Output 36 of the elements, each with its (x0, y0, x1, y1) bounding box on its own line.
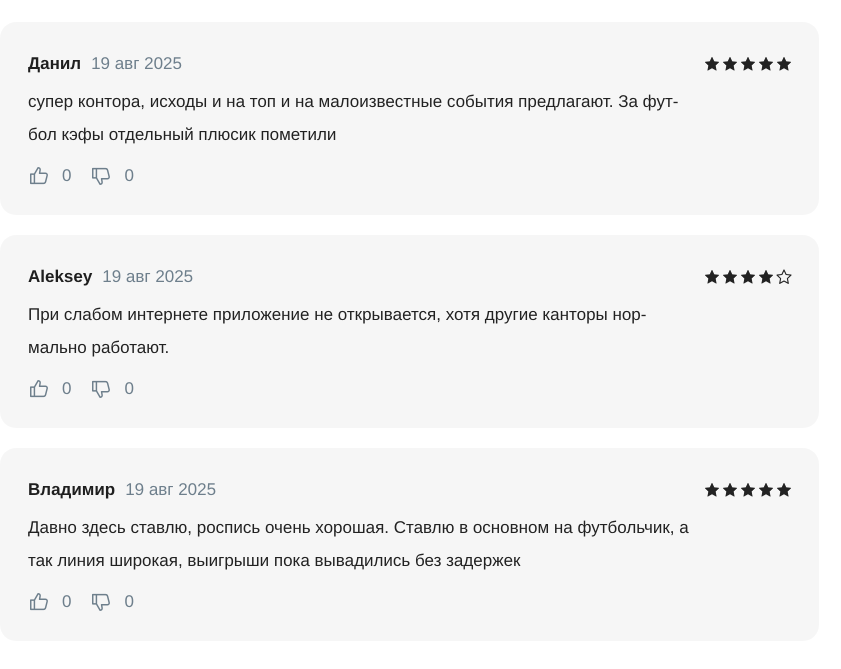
review-date: 19 авг 2025 (125, 480, 216, 500)
star-icon (776, 56, 792, 72)
thumbs-up-icon (28, 378, 50, 400)
star-icon (758, 56, 774, 72)
thumbs-up-icon (28, 165, 50, 187)
thumbs-down-icon (90, 591, 112, 613)
star-icon (776, 482, 792, 498)
star-icon (740, 56, 756, 72)
dislike-button[interactable]: 0 (90, 378, 134, 400)
review-text: При слабом интернете приложение не открывается, хотя другие канторы нор- мально работают. (28, 304, 648, 359)
thumbs-down-icon (90, 378, 112, 400)
star-icon (722, 269, 738, 285)
like-button[interactable]: 0 (28, 165, 72, 187)
star-icon (722, 56, 738, 72)
star-icon (704, 56, 720, 72)
star-icon (704, 482, 720, 498)
author-name: Владимир (28, 480, 116, 500)
star-icon (740, 482, 756, 498)
like-button[interactable]: 0 (28, 591, 72, 613)
review-text: супер контора, исходы и на топ и на малоизвестные события предлагают. За фут- бол кэфы отдельный плюсик пометили (28, 91, 680, 146)
like-button[interactable]: 0 (28, 378, 72, 400)
author-name: Данил (28, 54, 82, 74)
star-icon (758, 482, 774, 498)
empty-star-icon (776, 269, 792, 285)
dislike-button[interactable]: 0 (90, 591, 134, 613)
star-icon (722, 482, 738, 498)
star-icon (758, 269, 774, 285)
thumbs-up-icon (28, 591, 50, 613)
review-date: 19 авг 2025 (91, 54, 182, 74)
star-icon (740, 269, 756, 285)
review-text: Давно здесь ставлю, роспись очень хорошая. Ставлю в основном на футбольчик, а так линия широкая, выигрыши пока вывадились без задержек (28, 517, 690, 572)
author-name: Aleksey (28, 267, 92, 287)
thumbs-down-icon (90, 165, 112, 187)
review-date: 19 авг 2025 (102, 267, 194, 287)
dislike-button[interactable]: 0 (90, 165, 134, 187)
star-icon (704, 269, 720, 285)
